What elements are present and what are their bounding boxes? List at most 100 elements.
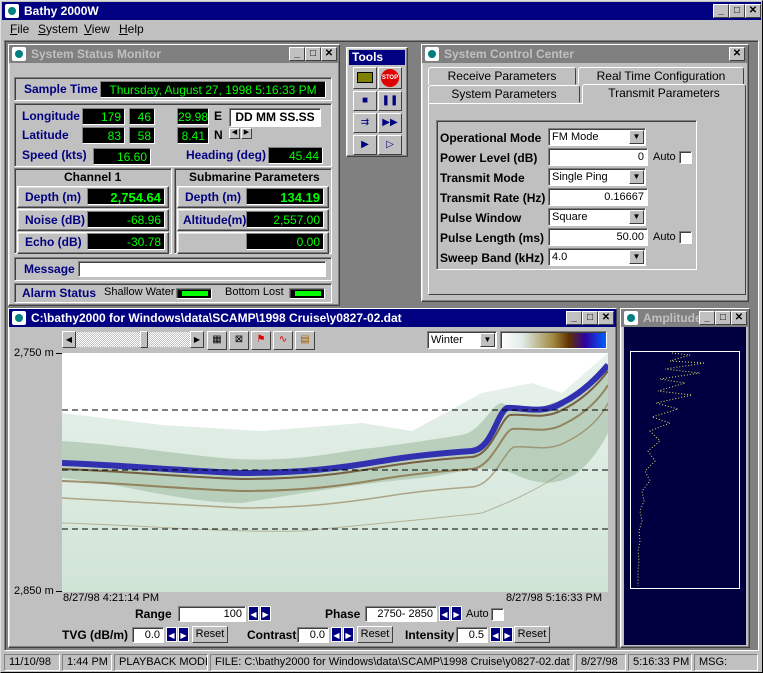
range-decrement-icon[interactable]: ◀	[248, 606, 259, 621]
range-field[interactable]: 100	[178, 606, 246, 622]
sweep-band-label: Sweep Band (kHz)	[440, 251, 545, 265]
maximize-button[interactable]: □	[729, 4, 745, 18]
flag-icon[interactable]: ⚑	[251, 331, 271, 350]
heading-value: 45.44	[268, 147, 323, 164]
intensity-increment-icon[interactable]: ▶	[502, 627, 513, 642]
phase-decrement-icon[interactable]: ◀	[439, 606, 450, 621]
speed-label: Speed (kts)	[22, 148, 87, 162]
stop-button[interactable]: STOP	[378, 67, 402, 89]
contrast-decrement-icon[interactable]: ◀	[331, 627, 342, 642]
step-icon[interactable]: ▷	[378, 135, 402, 155]
contrast-increment-icon[interactable]: ▶	[343, 627, 354, 642]
menu-view[interactable]: View	[84, 22, 110, 36]
noise-label: Noise (dB)	[25, 213, 85, 227]
latitude-min: 58	[129, 127, 155, 144]
open-file-icon[interactable]	[353, 67, 377, 89]
data-window-titlebar[interactable]: C:\bathy2000 for Windows\data\SCAMP\1998…	[9, 309, 616, 327]
pulse-length-field[interactable]: 50.00	[548, 228, 648, 246]
export-icon[interactable]: ▤	[295, 331, 315, 350]
status-date: 11/10/98	[4, 654, 60, 671]
alarm-status-label: Alarm Status	[22, 286, 97, 300]
phase-auto-label: Auto	[466, 608, 489, 620]
amplitude-titlebar[interactable]: Amplitude _ □ ✕	[621, 309, 749, 327]
chevron-down-icon: ▼	[629, 250, 644, 264]
sample-time-value: Thursday, August 27, 1998 5:16:33 PM	[100, 81, 326, 98]
sample-time-label: Sample Time	[24, 82, 98, 96]
status-date2: 8/27/98	[576, 654, 626, 671]
pulse-window-select[interactable]: Square ▼	[548, 208, 646, 226]
close-button[interactable]: ✕	[731, 311, 747, 325]
minimize-button[interactable]: _	[289, 47, 305, 61]
y-axis-top-label: 2,750 m	[14, 347, 54, 359]
play-icon[interactable]: ▶	[353, 135, 377, 155]
app-titlebar[interactable]: Bathy 2000W _ □ ✕	[2, 2, 761, 20]
tvg-increment-icon[interactable]: ▶	[178, 627, 189, 642]
coordinate-format-field[interactable]: DD MM SS.SS	[229, 108, 321, 127]
sweep-band-select[interactable]: 4.0 ▼	[548, 248, 646, 266]
close-button[interactable]: ✕	[598, 311, 614, 325]
record-icon[interactable]: ⇉	[353, 113, 377, 133]
minimize-button[interactable]: _	[566, 311, 582, 325]
palette-select[interactable]: Winter ▼	[427, 331, 497, 349]
format-next-icon[interactable]: ▶	[241, 128, 252, 139]
power-auto-checkbox[interactable]	[679, 151, 692, 164]
contrast-field[interactable]: 0.0	[297, 627, 329, 643]
pause-icon[interactable]: ❚❚	[378, 91, 402, 111]
minimize-button[interactable]: _	[699, 311, 715, 325]
scroll-right-icon[interactable]: ▶	[190, 331, 204, 348]
tab-receive-parameters[interactable]: Receive Parameters	[428, 67, 576, 85]
transmit-rate-field[interactable]: 0.16667	[548, 188, 648, 206]
echogram-plot[interactable]	[62, 353, 608, 592]
tab-real-time-configuration[interactable]: Real Time Configuration	[578, 67, 744, 85]
tvg-field[interactable]: 0.0	[132, 627, 164, 643]
phase-increment-icon[interactable]: ▶	[451, 606, 462, 621]
control-center-title: System Control Center	[444, 47, 575, 61]
intensity-reset-button[interactable]: Reset	[514, 626, 550, 643]
scroll-left-icon[interactable]: ◀	[62, 331, 76, 348]
pulse-length-label: Pulse Length (ms)	[440, 231, 545, 245]
message-field[interactable]	[78, 261, 326, 277]
image-icon[interactable]: ⊠	[229, 331, 249, 350]
maximize-button[interactable]: □	[305, 47, 321, 61]
time-scrollbar-thumb[interactable]	[140, 331, 148, 348]
phase-field[interactable]: 2750- 2850	[365, 606, 437, 622]
longitude-label: Longitude	[22, 109, 80, 123]
stop-icon: STOP	[381, 69, 399, 87]
pulse-auto-checkbox[interactable]	[679, 231, 692, 244]
control-center-titlebar[interactable]: System Control Center ✕	[422, 45, 748, 63]
chevron-down-icon: ▼	[629, 170, 644, 184]
palette-colorbar	[500, 331, 607, 349]
tools-title: Tools	[349, 50, 405, 65]
close-button[interactable]: ✕	[729, 47, 745, 61]
op-mode-select[interactable]: FM Mode ▼	[548, 128, 646, 146]
contrast-reset-button[interactable]: Reset	[357, 626, 393, 643]
status-file: FILE: C:\bathy2000 for Windows\data\SCAM…	[210, 654, 574, 671]
close-button[interactable]: ✕	[321, 47, 337, 61]
time-scrollbar-track[interactable]	[76, 332, 190, 347]
tab-system-parameters[interactable]: System Parameters	[428, 85, 580, 103]
tab-transmit-parameters[interactable]: Transmit Parameters	[582, 84, 746, 104]
grid-icon[interactable]: ▦	[207, 331, 227, 350]
minimize-button[interactable]: _	[713, 4, 729, 18]
bottom-lost-indicator	[289, 288, 325, 299]
fast-forward-icon[interactable]: ▶▶	[378, 113, 402, 133]
maximize-button[interactable]: □	[715, 311, 731, 325]
close-button[interactable]: ✕	[745, 4, 761, 18]
tvg-decrement-icon[interactable]: ◀	[166, 627, 177, 642]
intensity-field[interactable]: 0.5	[456, 627, 488, 643]
menu-system[interactable]: System	[38, 22, 78, 36]
stop-playback-icon[interactable]: ■	[353, 91, 377, 111]
intensity-decrement-icon[interactable]: ◀	[490, 627, 501, 642]
menu-file[interactable]: File	[10, 22, 29, 36]
maximize-button[interactable]: □	[582, 311, 598, 325]
tvg-reset-button[interactable]: Reset	[192, 626, 228, 643]
altitude-label: Altitude(m)	[183, 213, 247, 227]
menu-help[interactable]: Help	[119, 22, 144, 36]
status-monitor-titlebar[interactable]: System Status Monitor _ □ ✕	[9, 45, 339, 63]
format-prev-icon[interactable]: ◀	[229, 128, 240, 139]
waveform-icon[interactable]: ∿	[273, 331, 293, 350]
range-increment-icon[interactable]: ▶	[260, 606, 271, 621]
transmit-mode-select[interactable]: Single Ping ▼	[548, 168, 646, 186]
power-level-field[interactable]: 0	[548, 148, 648, 166]
phase-auto-checkbox[interactable]	[491, 608, 504, 621]
